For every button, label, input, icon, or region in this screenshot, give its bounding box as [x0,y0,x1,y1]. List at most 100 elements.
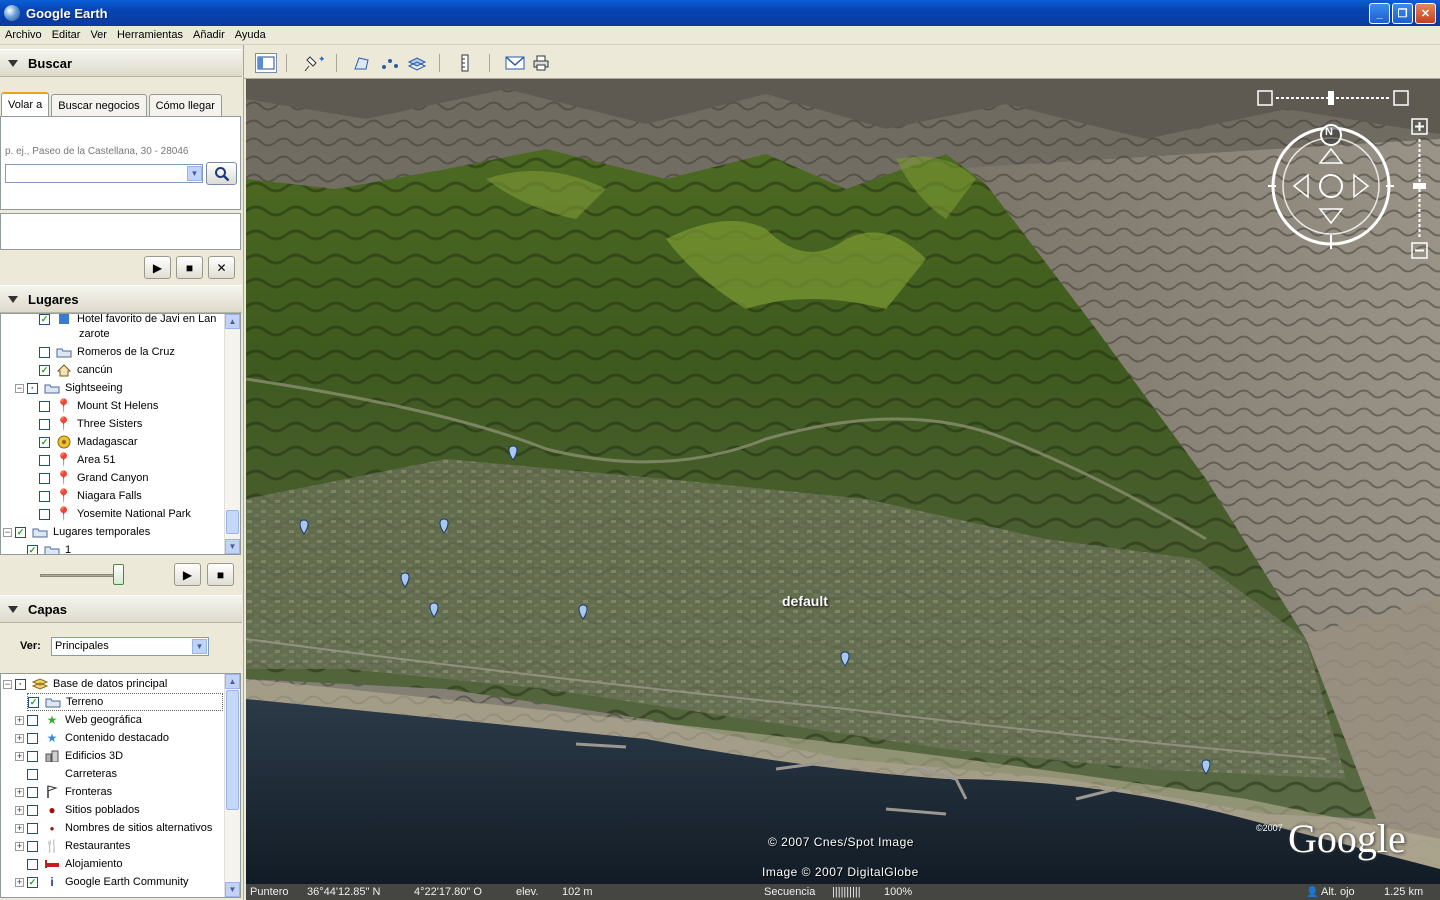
menu-ayuda[interactable]: Ayuda [230,29,271,41]
chevron-down-icon[interactable]: ▼ [192,639,207,654]
tree-item[interactable]: + Fronteras [15,783,112,801]
collapse-toggle[interactable]: − [3,527,12,537]
menu-herramientas[interactable]: Herramientas [112,29,188,41]
scroll-down-icon[interactable]: ▼ [225,882,240,897]
checkbox[interactable]: ✓ [39,314,50,325]
checkbox[interactable] [39,454,50,466]
tree-item[interactable]: + ✓ i Google Earth Community [15,873,189,891]
tree-item[interactable]: ✓ Madagascar [39,433,138,451]
placemark-pin-icon[interactable] [577,604,589,620]
expand-toggle[interactable]: + [15,805,24,815]
map-view[interactable]: default N © 2007 Cnes/Spot Image Image ©… [246,79,1440,884]
stop-tour-button[interactable]: ■ [176,256,203,279]
scroll-thumb[interactable] [226,690,239,810]
checkbox[interactable] [27,804,38,816]
menu-ver[interactable]: Ver [85,29,112,41]
zoom-slider[interactable] [1410,117,1430,263]
tree-item[interactable]: + ★ Web geográfica [15,711,142,729]
play-places-button[interactable]: ▶ [174,563,201,586]
layers-scrollbar[interactable]: ▲ ▼ [224,674,240,897]
email-button[interactable] [504,53,526,73]
collapse-toggle[interactable]: − [3,679,12,689]
search-dropdown-arrow-icon[interactable]: ▼ [187,166,202,181]
menu-anadir[interactable]: Añadir [188,29,230,41]
tab-como-llegar[interactable]: Cómo llegar [148,94,222,116]
menu-archivo[interactable]: Archivo [0,29,47,41]
placemark-pin-icon[interactable] [507,445,519,461]
scroll-thumb[interactable] [226,510,239,534]
tree-item[interactable]: + ● Nombres de sitios alternativos [15,819,212,837]
look-slider[interactable] [1256,89,1416,109]
tour-speed-slider-track[interactable] [40,574,124,577]
checkbox[interactable]: ✓ [39,436,50,448]
checkbox[interactable]: ✓ [27,544,38,554]
close-button[interactable]: ✕ [1415,3,1436,24]
checkbox[interactable] [39,346,50,358]
view-select[interactable]: Principales ▼ [51,637,209,656]
minimize-button[interactable]: _ [1369,3,1390,24]
places-scrollbar[interactable]: ▲ ▼ [224,314,240,554]
expand-toggle[interactable]: + [15,787,24,797]
checkbox[interactable] [39,418,50,430]
scroll-up-icon[interactable]: ▲ [225,314,240,329]
placemark-pin-icon[interactable] [298,519,310,535]
expand-toggle[interactable]: + [15,823,24,833]
image-overlay-button[interactable] [406,53,428,73]
sidebar-toggle-button[interactable] [255,53,277,73]
search-input[interactable] [5,164,203,183]
clear-results-button[interactable]: ✕ [208,256,235,279]
checkbox[interactable] [39,508,50,520]
compass-control[interactable] [1268,123,1394,249]
expand-toggle[interactable]: + [15,733,24,743]
tree-item[interactable]: 📍 Yosemite National Park [39,505,191,523]
expand-toggle[interactable]: + [15,877,24,887]
play-tour-button[interactable]: ▶ [144,256,171,279]
checkbox[interactable] [39,472,50,484]
tab-buscar-negocios[interactable]: Buscar negocios [51,94,147,116]
checkbox[interactable] [27,786,38,798]
tree-item[interactable]: ✓ Hotel favorito de Javi en Lan [39,314,216,328]
tree-item[interactable]: Romeros de la Cruz [39,343,175,361]
scroll-up-icon[interactable]: ▲ [225,674,240,689]
ruler-button[interactable] [454,53,476,73]
scroll-down-icon[interactable]: ▼ [225,539,240,554]
tree-item[interactable]: 📍 Grand Canyon [39,469,149,487]
tree-item-selected[interactable]: ✓ Terreno [27,693,223,711]
placemark-pin-icon[interactable] [399,572,411,588]
search-button[interactable] [206,162,237,185]
tree-item[interactable]: 📍 Area 51 [39,451,116,469]
layers-panel-header[interactable]: Capas [0,595,242,623]
expand-toggle[interactable]: + [15,715,24,725]
tree-item[interactable]: + 🍴 Restaurantes [15,837,130,855]
placemark-button[interactable]: ✦ [303,53,325,73]
placemark-pin-icon[interactable] [428,602,440,618]
checkbox[interactable]: ✓ [39,364,50,376]
tour-speed-slider-thumb[interactable] [113,564,124,585]
placemark-pin-icon[interactable] [839,651,851,667]
tree-item[interactable]: 📍 Three Sisters [39,415,142,433]
tree-item[interactable]: − · Sightseeing [15,379,123,397]
tree-item[interactable]: Carreteras [27,765,117,783]
checkbox[interactable]: ✓ [28,696,39,708]
checkbox[interactable] [27,858,38,870]
tree-item[interactable]: − ✓ Lugares temporales [3,523,150,541]
placemark-pin-icon[interactable] [438,518,450,534]
tree-item[interactable]: 📍 Niagara Falls [39,487,142,505]
tree-item[interactable]: ✓ 1 [27,541,71,554]
collapse-toggle[interactable]: − [15,383,24,393]
expand-toggle[interactable]: + [15,751,24,761]
checkbox[interactable]: ✓ [15,526,26,538]
stop-places-button[interactable]: ■ [207,563,234,586]
placemark-pin-icon[interactable] [1200,759,1212,775]
tree-item[interactable]: ✓ cancún [39,361,112,379]
checkbox[interactable]: · [27,382,38,394]
tab-volar-a[interactable]: Volar a [1,92,50,116]
checkbox[interactable] [39,400,50,412]
checkbox[interactable]: · [15,678,26,690]
places-panel-header[interactable]: Lugares [0,285,242,313]
print-button[interactable] [530,53,552,73]
checkbox[interactable] [27,840,38,852]
checkbox[interactable] [27,732,38,744]
tree-item[interactable]: + ● Sitios poblados [15,801,140,819]
checkbox[interactable] [27,768,38,780]
